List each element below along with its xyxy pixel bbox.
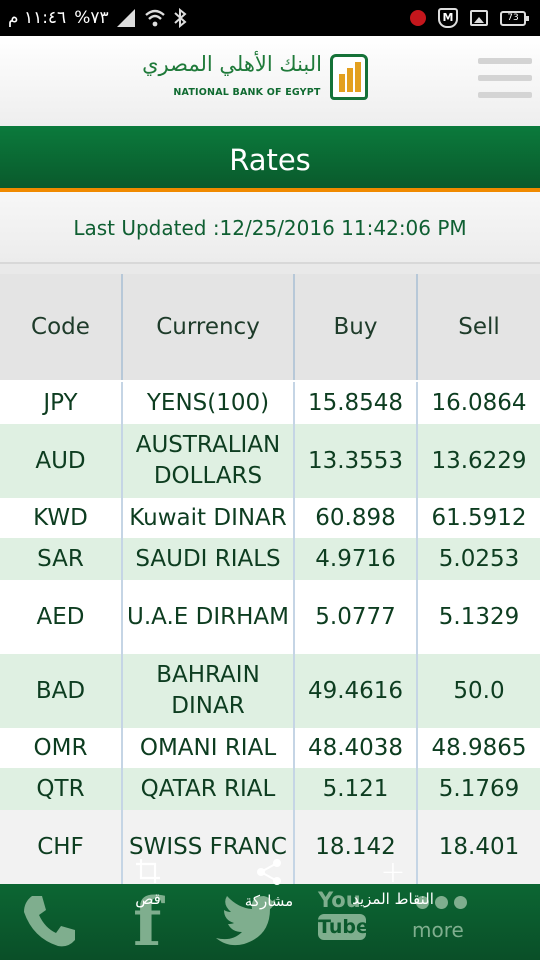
share-label: مشاركة (244, 892, 294, 910)
status-left: ١١:٤٦ م %٧٣ (8, 6, 187, 30)
header-currency: Currency (121, 274, 293, 380)
app-header: البنك الأهلي المصري NATIONAL BANK OF EGY… (0, 36, 540, 126)
table-row[interactable]: JPY YENS(100) 15.8548 16.0864 (0, 382, 540, 424)
plus-icon: + (380, 855, 406, 890)
cell-sell: 13.6229 (416, 424, 540, 498)
record-indicator-icon (410, 10, 426, 26)
cell-code: JPY (43, 389, 78, 416)
cell-code: OMR (33, 734, 88, 761)
scroll-capture-action-button[interactable]: + النقاط المزيد (348, 855, 438, 909)
cell-buy: 4.9716 (293, 538, 416, 580)
cell-currency: Kuwait DINAR (121, 498, 293, 538)
logo-emblem-icon (330, 54, 368, 100)
cell-currency: BAHRAIN DINAR (121, 654, 293, 728)
cell-currency: U.A.E DIRHAM (121, 580, 293, 654)
menu-button[interactable] (478, 58, 532, 102)
more-label: more (412, 918, 464, 942)
cell-code: QTR (36, 775, 85, 802)
last-updated-bar: Last Updated :12/25/2016 11:42:06 PM (0, 192, 540, 264)
battery-icon: 73 (500, 10, 529, 26)
share-action-button[interactable]: مشاركة (226, 858, 312, 910)
crop-label: قص (135, 890, 161, 908)
signal-icon (116, 9, 135, 27)
cell-buy: 13.3553 (293, 424, 416, 498)
cell-currency: OMANI RIAL (121, 728, 293, 768)
cell-sell: 16.0864 (416, 382, 540, 424)
cell-currency: AUSTRALIAN DOLLARS (121, 424, 293, 498)
header-code: Code (31, 314, 90, 340)
share-icon (257, 859, 281, 885)
clock: ١١:٤٦ م (8, 8, 67, 28)
cell-sell: 48.9865 (416, 728, 540, 768)
menu-line-icon (478, 92, 532, 98)
last-updated-text: Last Updated :12/25/2016 11:42:06 PM (73, 216, 467, 240)
cell-currency: SAUDI RIALS (121, 538, 293, 580)
title-bar: Rates (0, 126, 540, 192)
status-bar: ١١:٤٦ م %٧٣ M 73 (0, 0, 540, 36)
bluetooth-icon (173, 8, 187, 28)
table-row[interactable]: KWD Kuwait DINAR 60.898 61.5912 (0, 498, 540, 538)
page-title: Rates (229, 143, 311, 177)
header-buy: Buy (293, 274, 416, 380)
cell-buy: 49.4616 (293, 654, 416, 728)
cell-sell: 5.0253 (416, 538, 540, 580)
cell-sell: 5.1769 (416, 768, 540, 810)
cell-currency: YENS(100) (121, 382, 293, 424)
table-top-border (0, 264, 540, 274)
cell-buy: 15.8548 (293, 382, 416, 424)
gallery-icon (470, 10, 488, 26)
status-right: M 73 (410, 7, 529, 29)
table-row[interactable]: SAR SAUDI RIALS 4.9716 5.0253 (0, 538, 540, 580)
cell-buy: 48.4038 (293, 728, 416, 768)
battery-badge: 73 (507, 12, 519, 23)
cell-sell: 50.0 (416, 654, 540, 728)
table-row[interactable]: AUD AUSTRALIAN DOLLARS 13.3553 13.6229 (0, 424, 540, 498)
bank-logo[interactable]: البنك الأهلي المصري NATIONAL BANK OF EGY… (142, 52, 370, 110)
phone-icon[interactable] (18, 890, 80, 952)
youtube-tube-text: Tube (318, 914, 369, 940)
menu-line-icon (478, 58, 532, 64)
cell-buy: 5.0777 (293, 580, 416, 654)
cell-code: AUD (35, 447, 86, 474)
cell-code: BAD (35, 677, 86, 704)
cell-buy: 5.121 (293, 768, 416, 810)
battery-percent: %٧٣ (74, 8, 109, 28)
cell-code: CHF (37, 833, 84, 860)
cell-sell: 61.5912 (416, 498, 540, 538)
rates-table[interactable]: Code Currency Buy Sell JPY YENS(100) 15.85… (0, 264, 540, 884)
cell-code: KWD (33, 504, 88, 531)
header-sell: Sell (416, 274, 540, 380)
cell-sell: 5.1329 (416, 580, 540, 654)
crop-icon (136, 859, 160, 883)
cell-currency: QATAR RIAL (121, 768, 293, 810)
logo-english-text: NATIONAL BANK OF EGYPT (173, 87, 321, 98)
menu-line-icon (478, 75, 532, 81)
table-row[interactable]: OMR OMANI RIAL 48.4038 48.9865 (0, 728, 540, 768)
crop-action-button[interactable]: قص (118, 858, 178, 908)
table-header: Code Currency Buy Sell (0, 274, 540, 380)
cell-code: SAR (37, 545, 84, 572)
cell-code: AED (36, 603, 85, 630)
table-row[interactable]: QTR QATAR RIAL 5.121 5.1769 (0, 768, 540, 810)
logo-arabic-text: البنك الأهلي المصري (142, 52, 322, 76)
table-row[interactable]: AED U.A.E DIRHAM 5.0777 5.1329 (0, 580, 540, 654)
cell-buy: 60.898 (293, 498, 416, 538)
wifi-icon (144, 9, 165, 27)
table-row[interactable]: BAD BAHRAIN DINAR 49.4616 50.0 (0, 654, 540, 728)
scroll-capture-label: النقاط المزيد (352, 890, 434, 908)
shield-icon: M (438, 8, 458, 28)
